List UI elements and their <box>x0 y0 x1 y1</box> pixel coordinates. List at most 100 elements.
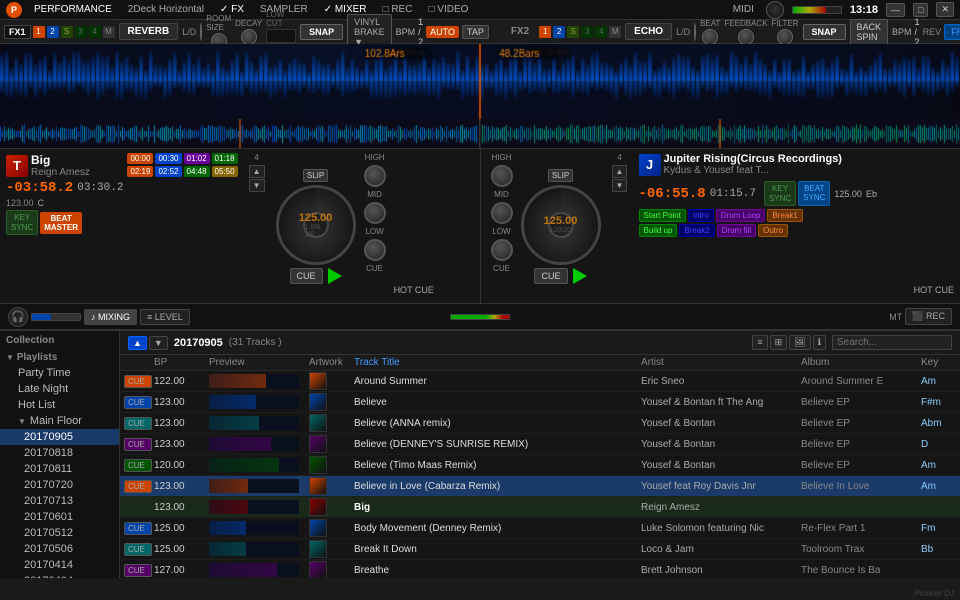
deck-right-key-sync[interactable]: KEYSYNC <box>764 181 796 206</box>
hotcue-0000[interactable]: 00:00 <box>127 153 153 164</box>
deck-left-beat-sync[interactable]: BEATMASTER <box>40 212 82 234</box>
deck-left-slip[interactable]: SLIP <box>303 169 328 182</box>
hotcue-build-up[interactable]: Build up <box>639 224 678 237</box>
headphone-icon[interactable]: 🎧 <box>8 307 28 327</box>
rec-btn[interactable]: ⬛ REC <box>905 308 952 325</box>
track-preview-bar[interactable] <box>209 395 309 409</box>
sidebar-item-20170512[interactable]: 20170512 <box>0 525 119 541</box>
deck-left-low-knob[interactable] <box>364 239 386 261</box>
maximize-btn[interactable]: □ <box>913 3 928 17</box>
track-preview-bar[interactable] <box>209 374 309 388</box>
platter-right[interactable]: 125.00 120.00 <box>521 185 601 265</box>
settings-knob[interactable] <box>766 1 784 19</box>
fx2-n4[interactable]: 4 <box>595 26 607 38</box>
deck-left-loop-up[interactable]: ▲ <box>249 165 265 178</box>
deck-right-mid-knob[interactable] <box>491 202 513 224</box>
minimize-btn[interactable]: — <box>886 3 905 17</box>
hotcue-0030[interactable]: 00:30 <box>155 153 181 164</box>
fx2-effect-name[interactable]: ECHO <box>625 23 672 40</box>
fx1-decay-knob[interactable] <box>241 29 257 45</box>
waveform-canvas[interactable] <box>0 44 960 119</box>
track-row[interactable]: CUE 125.00 Body Movement (Denney Remix) … <box>120 518 960 539</box>
sidebar-item-20170601[interactable]: 20170601 <box>0 509 119 525</box>
track-row[interactable]: CUE 123.00 Believe (ANNA remix) Yousef &… <box>120 413 960 434</box>
search-input[interactable] <box>832 335 952 350</box>
track-preview-bar[interactable] <box>209 521 309 535</box>
track-cue[interactable]: CUE <box>124 480 154 493</box>
info-view-btn[interactable]: ℹ <box>813 335 826 350</box>
sidebar-item-20170905[interactable]: 20170905 <box>0 429 119 445</box>
track-row[interactable]: CUE 127.00 Breathe Brett Johnson The Bou… <box>120 560 960 578</box>
main-waveform[interactable]: // Generate waveform via JS after render <box>0 44 960 119</box>
track-row[interactable]: CUE 120.00 Believe (Timo Maas Remix) You… <box>120 455 960 476</box>
hotcue-0448[interactable]: 04:48 <box>184 166 210 177</box>
track-cue[interactable]: CUE <box>124 522 154 535</box>
col-header-title[interactable]: Track Title <box>354 357 641 368</box>
sidebar-item-late-night[interactable]: Late Night <box>0 381 119 397</box>
track-row[interactable]: CUE 123.00 Believe (DENNEY'S SUNRISE REM… <box>120 434 960 455</box>
fx1-n2[interactable]: 2 <box>47 26 59 38</box>
deck-right-loop-up[interactable]: ▲ <box>612 165 628 178</box>
sidebar-item-20170506[interactable]: 20170506 <box>0 541 119 557</box>
col-header-key[interactable]: Key <box>921 357 956 368</box>
hotcue-drum-fill[interactable]: Drum fill <box>717 224 756 237</box>
fx1-auto-btn[interactable]: AUTO <box>426 26 459 38</box>
deck-left-mid-knob[interactable] <box>364 202 386 224</box>
track-preview-bar[interactable] <box>209 437 309 451</box>
deck-right-play-btn[interactable] <box>573 268 587 284</box>
track-row[interactable]: 123.00 Big Reign Amesz <box>120 497 960 518</box>
fx2-n1[interactable]: 1 <box>539 26 551 38</box>
fx1-ns[interactable]: S <box>61 26 73 38</box>
track-cue[interactable]: CUE <box>124 396 154 409</box>
video-toggle[interactable]: □ VIDEO <box>424 4 472 15</box>
fx2-feedback-knob[interactable] <box>738 29 754 45</box>
artwork-view-btn[interactable]: 🖼 <box>789 335 810 350</box>
layout-dropdown[interactable]: 2Deck Horizontal <box>124 4 208 15</box>
hotcue-start-point[interactable]: Start Point <box>639 209 686 222</box>
track-cue[interactable]: CUE <box>124 564 154 577</box>
sort-up-btn[interactable]: ▲ <box>128 336 147 350</box>
deck-left-high-knob[interactable] <box>364 165 386 187</box>
hotcue-break1[interactable]: Break1 <box>767 209 802 222</box>
fx2-snap[interactable]: SNAP <box>803 24 846 40</box>
hotcue-0252[interactable]: 02:52 <box>155 166 181 177</box>
sort-down-btn[interactable]: ▼ <box>149 336 168 350</box>
deck-right-high-knob[interactable] <box>491 165 513 187</box>
track-cue[interactable]: CUE <box>124 543 154 556</box>
track-cue[interactable]: CUE <box>124 438 154 451</box>
fx1-snap[interactable]: SNAP <box>300 24 343 40</box>
deck-right-beat-sync[interactable]: BEATSYNC <box>798 181 830 206</box>
hotcue-drum-loop[interactable]: Drum Loop <box>716 209 766 222</box>
level-btn[interactable]: ≡ LEVEL <box>140 309 190 325</box>
deck-left-cue-btn[interactable]: CUE <box>290 268 323 284</box>
hotcue-outro[interactable]: Outro <box>758 224 788 237</box>
back-spin-btn[interactable]: BACK SPIN <box>850 19 889 45</box>
hotcue-break2[interactable]: Break2 <box>679 224 714 237</box>
hotcue-intro[interactable]: Intro <box>688 209 714 222</box>
deck-left-loop-down[interactable]: ▼ <box>249 179 265 192</box>
sidebar-item-hot-list[interactable]: Hot List <box>0 397 119 413</box>
fx1-ld-knob[interactable] <box>200 23 202 41</box>
col-header-bp[interactable]: BP <box>154 357 209 368</box>
deck-right-cue-btn[interactable]: CUE <box>534 268 567 284</box>
sidebar-item-20170811[interactable]: 20170811 <box>0 461 119 477</box>
track-preview-bar[interactable] <box>209 542 309 556</box>
track-cue[interactable]: CUE <box>124 459 154 472</box>
fx2-beat-knob[interactable] <box>702 29 718 45</box>
midi-btn[interactable]: MIDI <box>729 4 758 15</box>
track-preview-bar[interactable] <box>209 416 309 430</box>
fx1-nm[interactable]: M <box>103 26 115 38</box>
hotcue-0118[interactable]: 01:18 <box>212 153 238 164</box>
fx1-tap-btn[interactable]: TAP <box>462 25 489 39</box>
hotcue-0102[interactable]: 01:02 <box>184 153 210 164</box>
track-row[interactable]: CUE 125.00 Break It Down Loco & Jam Tool… <box>120 539 960 560</box>
fx2-filter-knob[interactable] <box>777 29 793 45</box>
fx1-eq-display[interactable] <box>266 29 296 43</box>
platter-left[interactable]: 125.00 1.6% 1/0 <box>276 185 356 265</box>
deck-left-play-btn[interactable] <box>328 268 342 284</box>
grid-view-btn[interactable]: ⊞ <box>770 335 788 350</box>
deck-right-slip[interactable]: SLIP <box>548 169 573 182</box>
fx2-freeze-btn[interactable]: FREEZE <box>944 24 960 40</box>
track-preview-bar[interactable] <box>209 563 309 577</box>
sidebar-item-20170404[interactable]: 20170404 <box>0 573 119 578</box>
